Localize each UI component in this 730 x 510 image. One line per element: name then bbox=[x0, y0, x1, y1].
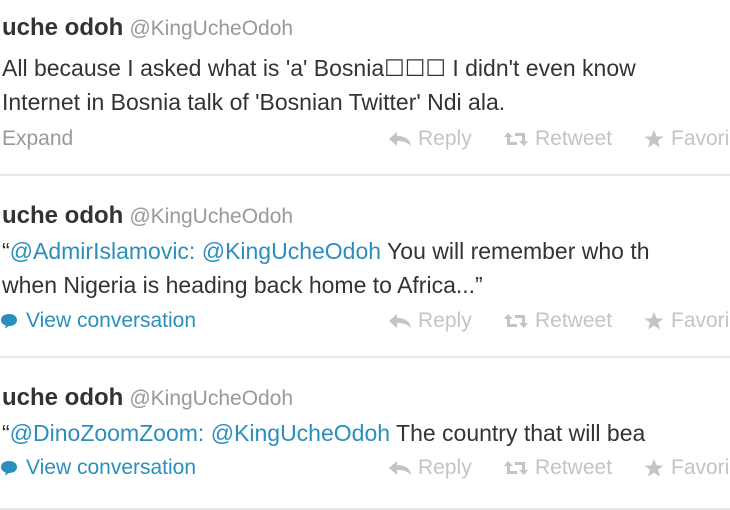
tweet-text-line: All because I asked what is 'a' Bosnia☐☐… bbox=[2, 55, 636, 81]
reply-arrow-icon bbox=[389, 461, 411, 476]
tweet-text-line: “@DinoZoomZoom: @KingUcheOdoh The countr… bbox=[2, 416, 645, 450]
speech-bubble-icon bbox=[1, 314, 17, 329]
retweet-button[interactable]: Retweet bbox=[503, 309, 612, 333]
tweet-header: uche odoh @KingUcheOdoh bbox=[2, 202, 293, 230]
author-name[interactable]: uche odoh bbox=[2, 384, 123, 411]
favorite-button[interactable]: Favori bbox=[643, 127, 729, 151]
favorite-button[interactable]: Favori bbox=[643, 309, 729, 333]
view-conversation-link[interactable]: View conversation bbox=[0, 456, 196, 480]
reply-label: Reply bbox=[418, 127, 472, 150]
tweet-text-line: Internet in Bosnia talk of 'Bosnian Twit… bbox=[2, 89, 506, 115]
reply-button[interactable]: Reply bbox=[388, 456, 472, 480]
retweet-icon bbox=[504, 132, 528, 147]
reply-label: Reply bbox=[418, 456, 472, 479]
reply-button[interactable]: Reply bbox=[388, 309, 472, 333]
tweet[interactable]: uche odoh @KingUcheOdoh “@AdmirIslamovic:… bbox=[0, 178, 730, 358]
retweet-label: Retweet bbox=[535, 127, 613, 150]
favorite-label: Favori bbox=[671, 309, 730, 332]
author-handle[interactable]: @KingUcheOdoh bbox=[129, 205, 293, 228]
tweet-text: “@DinoZoomZoom: @KingUcheOdoh The countr… bbox=[2, 416, 645, 450]
favorite-button[interactable]: Favori bbox=[643, 456, 729, 480]
speech-bubble-icon bbox=[1, 461, 17, 476]
tweet-header: uche odoh @KingUcheOdoh bbox=[2, 384, 293, 412]
star-icon bbox=[644, 312, 664, 330]
retweet-button[interactable]: Retweet bbox=[503, 127, 612, 151]
tweet-actions: Expand Reply Retweet Favori bbox=[0, 127, 730, 157]
quote-mark: “ bbox=[2, 420, 10, 446]
tweet-text: “@AdmirIslamovic: @KingUcheOdoh You will… bbox=[2, 234, 650, 302]
retweet-button[interactable]: Retweet bbox=[503, 456, 612, 480]
author-handle[interactable]: @KingUcheOdoh bbox=[129, 17, 293, 40]
reply-arrow-icon bbox=[389, 132, 411, 147]
tweet-text: All because I asked what is 'a' Bosnia☐☐… bbox=[2, 51, 636, 119]
author-name[interactable]: uche odoh bbox=[2, 202, 123, 229]
star-icon bbox=[644, 459, 664, 477]
favorite-label: Favori bbox=[671, 127, 730, 150]
retweet-label: Retweet bbox=[535, 309, 613, 332]
retweet-icon bbox=[504, 314, 528, 329]
tweet-header: uche odoh @KingUcheOdoh bbox=[2, 14, 293, 42]
star-icon bbox=[644, 130, 664, 148]
mention-link[interactable]: @KingUcheOdoh bbox=[202, 238, 381, 264]
quote-mark: “ bbox=[2, 238, 10, 264]
reply-button[interactable]: Reply bbox=[388, 127, 472, 151]
mention-link[interactable]: @DinoZoomZoom: bbox=[10, 420, 205, 446]
tweet-text-line: “@AdmirIslamovic: @KingUcheOdoh You will… bbox=[2, 234, 650, 268]
tweet-actions: View conversation Reply Retweet Favori bbox=[0, 309, 730, 339]
mention-link[interactable]: @AdmirIslamovic: bbox=[10, 238, 196, 264]
author-name[interactable]: uche odoh bbox=[2, 14, 123, 41]
tweet[interactable]: uche odoh @KingUcheOdoh All because I ask… bbox=[0, 0, 730, 176]
view-conversation-link[interactable]: View conversation bbox=[0, 309, 196, 333]
retweet-label: Retweet bbox=[535, 456, 613, 479]
retweet-icon bbox=[504, 461, 528, 476]
expand-link[interactable]: Expand bbox=[2, 127, 73, 151]
tweet[interactable]: uche odoh @KingUcheOdoh “@DinoZoomZoom: @… bbox=[0, 358, 730, 510]
tweet-text-fragment: You will remember who th bbox=[387, 238, 650, 264]
reply-arrow-icon bbox=[389, 314, 411, 329]
reply-label: Reply bbox=[418, 309, 472, 332]
mention-link[interactable]: @KingUcheOdoh bbox=[211, 420, 390, 446]
author-handle[interactable]: @KingUcheOdoh bbox=[129, 387, 293, 410]
tweet-text-line: when Nigeria is heading back home to Afr… bbox=[2, 272, 483, 298]
tweet-actions: View conversation Reply Retweet Favori bbox=[0, 456, 730, 486]
view-conversation-label: View conversation bbox=[26, 456, 197, 479]
tweet-text-fragment: The country that will bea bbox=[396, 420, 646, 446]
view-conversation-label: View conversation bbox=[26, 309, 197, 332]
favorite-label: Favori bbox=[671, 456, 730, 479]
